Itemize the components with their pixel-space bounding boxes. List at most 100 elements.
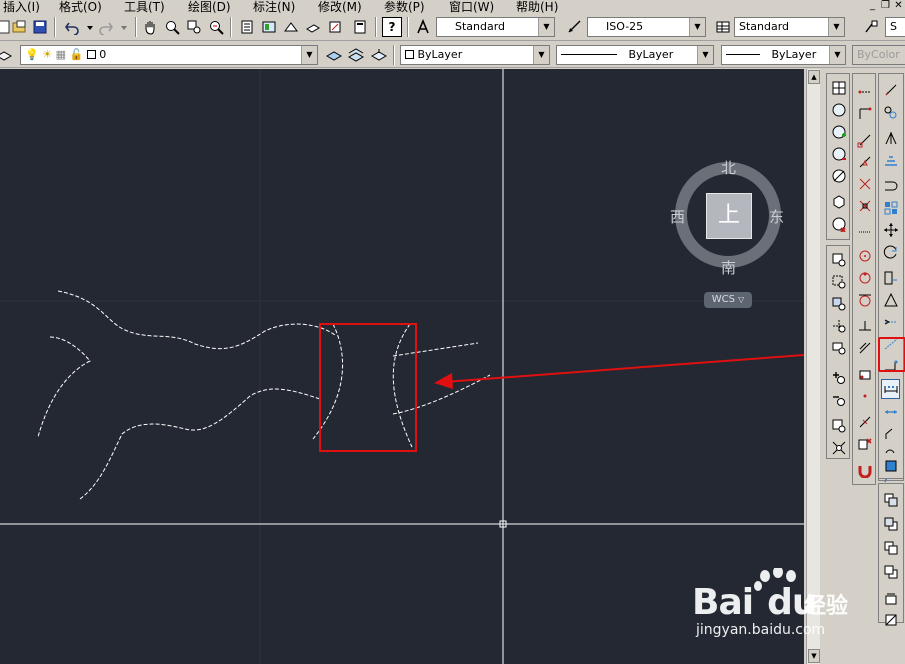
dim-baseline2-icon[interactable]: [881, 312, 900, 332]
zoom-dynamic-icon[interactable]: [829, 272, 848, 292]
text-style-icon[interactable]: [413, 17, 433, 37]
lineweight-select[interactable]: ByLayer ▼: [721, 45, 846, 65]
snap-tangent-icon[interactable]: [855, 290, 874, 310]
properties-icon[interactable]: [237, 17, 257, 37]
zoom-object-icon[interactable]: [829, 338, 848, 358]
dim-linear-icon[interactable]: [881, 80, 900, 100]
compass-east[interactable]: 东: [769, 206, 784, 227]
snap-parallel-icon[interactable]: [855, 338, 874, 358]
multileader-style-icon[interactable]: [861, 17, 881, 37]
dim-style-icon[interactable]: [565, 17, 585, 37]
dim-continue-icon[interactable]: [881, 379, 900, 399]
snap-insert-icon[interactable]: [855, 364, 874, 384]
minimize-icon[interactable]: _: [866, 0, 879, 13]
dim-ordinate-icon[interactable]: [881, 150, 900, 170]
menu-insert[interactable]: 插入(I): [3, 0, 40, 13]
hatch-to-back-icon[interactable]: [881, 610, 900, 630]
redo-icon[interactable]: [96, 17, 116, 37]
scroll-down-icon[interactable]: ▼: [808, 649, 820, 663]
snap-center-icon[interactable]: [855, 246, 874, 266]
snap-extension-icon[interactable]: [855, 222, 874, 242]
multileader-style-select[interactable]: S: [885, 17, 905, 37]
save-icon[interactable]: [30, 17, 50, 37]
snap-from-icon[interactable]: [855, 104, 874, 124]
dim-radius-icon[interactable]: [881, 176, 900, 196]
pan-icon[interactable]: [140, 17, 160, 37]
dim-aligned-icon[interactable]: [881, 102, 900, 122]
scroll-up-icon[interactable]: ▲: [808, 70, 820, 84]
snap-apparent-intersection-icon[interactable]: [855, 196, 874, 216]
menu-tools[interactable]: 工具(T): [124, 0, 165, 13]
snap-none-icon[interactable]: [855, 434, 874, 454]
layer-manager-icon[interactable]: [0, 45, 14, 65]
snap-intersection-icon[interactable]: [855, 174, 874, 194]
front-view-icon[interactable]: [829, 192, 848, 212]
named-views-icon[interactable]: [829, 78, 848, 98]
text-to-front-icon[interactable]: [881, 588, 900, 608]
dim-baseline-icon[interactable]: [881, 290, 900, 310]
zoom-extents-icon[interactable]: [829, 438, 848, 458]
snap-node-icon[interactable]: [855, 386, 874, 406]
dim-diameter-icon[interactable]: [881, 220, 900, 240]
calculator-icon[interactable]: [350, 17, 370, 37]
snap-perpendicular-icon[interactable]: [855, 316, 874, 336]
close-icon[interactable]: ✕: [892, 0, 905, 13]
layer-select[interactable]: 💡 ☀ ▦ 🔓 0 ▼: [20, 45, 318, 65]
table-style-select[interactable]: Standard ▼: [734, 17, 845, 37]
right-view-icon[interactable]: [829, 166, 848, 186]
dim-update-icon[interactable]: [881, 456, 900, 476]
tool-palettes-icon[interactable]: [281, 17, 301, 37]
linetype-select[interactable]: ByLayer ▼: [556, 45, 714, 65]
make-object-layer-current-icon[interactable]: [324, 45, 344, 65]
send-under-icon[interactable]: [881, 562, 900, 582]
zoom-previous-icon[interactable]: [206, 17, 226, 37]
dim-inspect-icon[interactable]: [881, 402, 900, 422]
compass-south[interactable]: 南: [721, 257, 736, 278]
zoom-scale-icon[interactable]: [829, 294, 848, 314]
dim-quick-icon[interactable]: [881, 268, 900, 288]
send-to-back-icon[interactable]: [881, 514, 900, 534]
menu-draw[interactable]: 绘图(D): [188, 0, 231, 13]
menu-help[interactable]: 帮助(H): [516, 0, 558, 13]
table-style-icon[interactable]: [713, 17, 733, 37]
text-style-select[interactable]: Standard ▼: [436, 17, 555, 37]
snap-midpoint-icon[interactable]: [855, 152, 874, 172]
left-view-icon[interactable]: [829, 144, 848, 164]
bottom-view-icon[interactable]: [829, 122, 848, 142]
bring-to-front-icon[interactable]: [881, 490, 900, 510]
menu-format[interactable]: 格式(O): [59, 0, 102, 13]
zoom-window-icon[interactable]: [829, 250, 848, 270]
menu-dimension[interactable]: 标注(N): [253, 0, 295, 13]
viewcube-top-face[interactable]: 上: [706, 193, 752, 239]
dim-style-select[interactable]: ISO-25 ▼: [587, 17, 706, 37]
zoom-in-icon[interactable]: [829, 368, 848, 388]
wcs-menu[interactable]: WCS ▽: [704, 292, 752, 308]
help-icon[interactable]: ?: [382, 17, 402, 37]
menu-window[interactable]: 窗口(W): [449, 0, 494, 13]
layer-states-icon[interactable]: [369, 45, 389, 65]
compass-west[interactable]: 西: [670, 206, 685, 227]
color-select[interactable]: ByLayer ▼: [400, 45, 550, 65]
temporary-track-icon[interactable]: [855, 82, 874, 102]
zoom-realtime-icon[interactable]: [162, 17, 182, 37]
top-view-icon[interactable]: [829, 100, 848, 120]
restore-icon[interactable]: ❐: [879, 0, 892, 13]
zoom-window-icon[interactable]: [184, 17, 204, 37]
compass-north[interactable]: 北: [721, 157, 736, 178]
markup-icon[interactable]: [325, 17, 345, 37]
layer-previous-icon[interactable]: [346, 45, 366, 65]
dim-angular-icon[interactable]: [881, 242, 900, 262]
zoom-all-icon[interactable]: [829, 416, 848, 436]
view-cube[interactable]: 北 南 东 西 上 WCS ▽: [668, 153, 788, 313]
menu-modify[interactable]: 修改(M): [318, 0, 362, 13]
snap-nearest-icon[interactable]: [855, 412, 874, 432]
dim-arc-length-icon[interactable]: [881, 128, 900, 148]
drawing-area[interactable]: 北 南 东 西 上 WCS ▽: [0, 69, 804, 664]
redo-dropdown-icon[interactable]: [114, 17, 134, 37]
open-icon[interactable]: [10, 17, 30, 37]
undo-icon[interactable]: [62, 17, 82, 37]
sheet-set-icon[interactable]: [303, 17, 323, 37]
design-center-icon[interactable]: [259, 17, 279, 37]
snap-quadrant-icon[interactable]: [855, 268, 874, 288]
snap-endpoint-icon[interactable]: [855, 130, 874, 150]
